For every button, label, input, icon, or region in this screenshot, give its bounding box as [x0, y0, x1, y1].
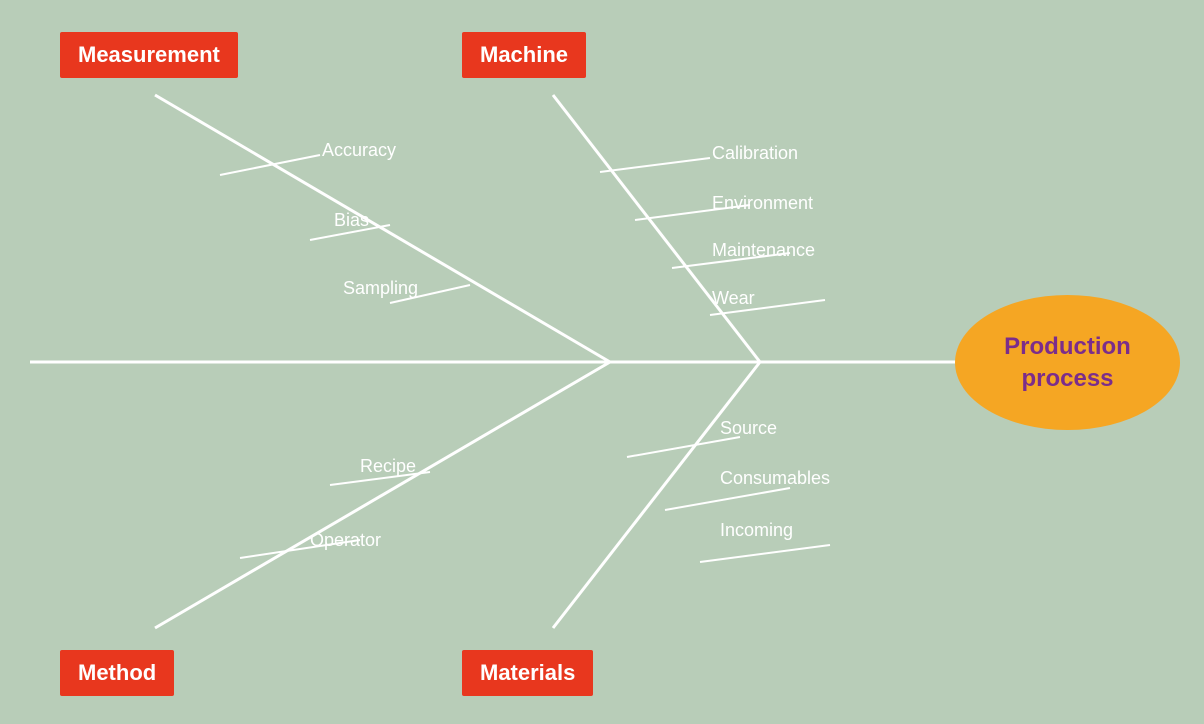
incoming-label: Incoming	[720, 520, 793, 541]
production-process-ellipse: Production process	[955, 295, 1180, 430]
accuracy-label: Accuracy	[322, 140, 396, 161]
production-process-text: Production process	[955, 331, 1180, 393]
wear-label: Wear	[712, 288, 755, 309]
machine-label: Machine	[462, 32, 586, 78]
environment-label: Environment	[712, 193, 813, 214]
operator-label: Operator	[310, 530, 381, 551]
materials-label: Materials	[462, 650, 593, 696]
sampling-label: Sampling	[343, 278, 418, 299]
calibration-label: Calibration	[712, 143, 798, 164]
measurement-label: Measurement	[60, 32, 238, 78]
recipe-label: Recipe	[360, 456, 416, 477]
consumables-label: Consumables	[720, 468, 830, 489]
method-label: Method	[60, 650, 174, 696]
source-label: Source	[720, 418, 777, 439]
maintenance-label: Maintenance	[712, 240, 815, 261]
bias-label: Bias	[334, 210, 369, 231]
